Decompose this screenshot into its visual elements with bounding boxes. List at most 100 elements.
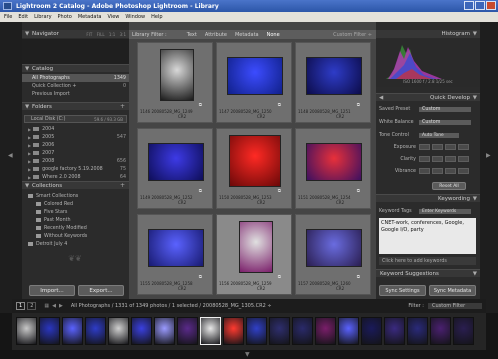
forward-arrow-icon[interactable]: ▶ bbox=[59, 303, 63, 309]
photo-thumbnail[interactable] bbox=[227, 57, 283, 95]
photo-thumbnail[interactable] bbox=[306, 57, 362, 95]
step-down-large-button[interactable] bbox=[419, 156, 430, 162]
filmstrip-thumbnail[interactable] bbox=[16, 317, 37, 345]
photo-thumbnail[interactable] bbox=[229, 135, 281, 187]
photo-thumbnail[interactable] bbox=[306, 143, 362, 181]
photo-cell[interactable]: 1157 20080528_MG_1260 CR2 ⧉ bbox=[295, 214, 371, 295]
collection-item[interactable]: Past Month bbox=[22, 216, 129, 224]
step-up-large-button[interactable] bbox=[458, 144, 469, 150]
catalog-item-quick-collection[interactable]: Quick Collection +0 bbox=[22, 82, 129, 90]
metadata-badge-icon[interactable]: ⧉ bbox=[357, 274, 360, 280]
disclosure-triangle-icon[interactable]: ▶ bbox=[28, 143, 31, 148]
collection-item[interactable]: Colored Red bbox=[22, 200, 129, 208]
filmstrip-thumbnail[interactable] bbox=[338, 317, 359, 345]
menu-help[interactable]: Help bbox=[151, 14, 162, 20]
step-up-button[interactable] bbox=[445, 156, 456, 162]
metadata-badge-icon[interactable]: ⧉ bbox=[199, 274, 202, 280]
photo-cell[interactable]: 1151 20080528_MG_1254 CR2 ⧉ bbox=[295, 128, 371, 209]
photo-cell[interactable]: 1150 20080528_MG_1253 CR2 ⧉ bbox=[216, 128, 292, 209]
folder-item[interactable]: ▶ Where 2.0 2008 64 bbox=[22, 173, 129, 181]
white-balance-dropdown[interactable]: Custom bbox=[419, 119, 471, 125]
step-down-button[interactable] bbox=[432, 156, 443, 162]
menu-window[interactable]: Window bbox=[125, 14, 145, 20]
filmstrip-thumbnail[interactable] bbox=[108, 317, 129, 345]
filmstrip-thumbnail[interactable] bbox=[62, 317, 83, 345]
step-down-large-button[interactable] bbox=[419, 168, 430, 174]
collection-item[interactable]: Smart Collections bbox=[22, 192, 129, 200]
folders-header[interactable]: ▼ Folders + bbox=[22, 102, 129, 110]
histogram-header[interactable]: Histogram ▼ bbox=[376, 30, 480, 38]
keywords-textarea[interactable]: CNET-work, conferences, Google, Google I… bbox=[379, 218, 476, 254]
reset-all-button[interactable]: Reset All bbox=[432, 182, 466, 190]
menu-library[interactable]: Library bbox=[34, 14, 51, 20]
collection-item[interactable]: Without Keywords bbox=[22, 232, 129, 240]
menu-metadata[interactable]: Metadata bbox=[78, 14, 102, 20]
collapse-bottom-arrow-icon[interactable]: ▼ bbox=[245, 351, 250, 358]
custom-filter-dropdown[interactable]: Custom Filter ÷ bbox=[333, 32, 372, 38]
disclosure-triangle-icon[interactable]: ▶ bbox=[28, 135, 31, 140]
photo-cell[interactable]: 1156 20080528_MG_1259 CR2 ⧉ bbox=[216, 214, 292, 295]
filmstrip-thumbnail[interactable] bbox=[384, 317, 405, 345]
filmstrip-thumbnail[interactable] bbox=[200, 317, 221, 345]
disclosure-triangle-icon[interactable]: ▶ bbox=[28, 167, 31, 172]
navigator-preview[interactable] bbox=[22, 39, 129, 64]
saved-preset-dropdown[interactable]: Custom bbox=[419, 106, 471, 112]
metadata-badge-icon[interactable]: ⧉ bbox=[199, 188, 202, 194]
menu-file[interactable]: File bbox=[4, 14, 12, 20]
collection-item[interactable]: Recently Modified bbox=[22, 224, 129, 232]
filmstrip-thumbnail[interactable] bbox=[407, 317, 428, 345]
folder-item[interactable]: ▶ google factory 5.19.2008 75 bbox=[22, 165, 129, 173]
collapse-right-arrow-icon[interactable]: ▶ bbox=[486, 152, 491, 159]
collections-header[interactable]: ▼ Collections + bbox=[22, 181, 129, 189]
filter-tab-metadata[interactable]: Metadata bbox=[235, 32, 259, 38]
disclosure-triangle-icon[interactable]: ▶ bbox=[28, 151, 31, 156]
photo-thumbnail[interactable] bbox=[306, 229, 362, 267]
maximize-button[interactable] bbox=[475, 1, 485, 10]
quick-develop-header[interactable]: ◀ Quick Develop ▼ bbox=[376, 93, 480, 101]
folder-item[interactable]: ▶ 2008 656 bbox=[22, 157, 129, 165]
filmstrip-thumbnail[interactable] bbox=[269, 317, 290, 345]
sync-metadata-button[interactable]: Sync Metadata bbox=[429, 285, 476, 296]
filmstrip-thumbnail[interactable] bbox=[430, 317, 451, 345]
navigator-header[interactable]: ▼ Navigator FIT FILL 1:1 3:1 bbox=[22, 30, 129, 38]
filmstrip-thumbnail[interactable] bbox=[292, 317, 313, 345]
filmstrip-thumbnail[interactable] bbox=[85, 317, 106, 345]
add-keywords-field[interactable]: Click here to add keywords bbox=[379, 257, 476, 265]
metadata-badge-icon[interactable]: ⧉ bbox=[357, 102, 360, 108]
filmstrip-thumbnail[interactable] bbox=[453, 317, 474, 345]
filter-tab-none[interactable]: None bbox=[267, 32, 280, 38]
zoom-options[interactable]: FIT FILL 1:1 3:1 bbox=[86, 32, 126, 37]
import-button[interactable]: Import... bbox=[29, 285, 75, 296]
metadata-badge-icon[interactable]: ⧉ bbox=[278, 274, 281, 280]
filter-tab-text[interactable]: Text bbox=[187, 32, 197, 38]
page-1-button[interactable]: 1 bbox=[16, 302, 26, 310]
photo-thumbnail[interactable] bbox=[148, 143, 204, 181]
catalog-item-previous-import[interactable]: Previous Import bbox=[22, 90, 129, 98]
minimize-button[interactable] bbox=[464, 1, 474, 10]
sync-settings-button[interactable]: Sync Settings bbox=[379, 285, 426, 296]
catalog-header[interactable]: ▼ Catalog bbox=[22, 64, 129, 72]
menu-view[interactable]: View bbox=[108, 14, 120, 20]
histogram[interactable]: ISO 1600 f / 2.8 1/25 sec bbox=[376, 39, 480, 87]
photo-thumbnail[interactable] bbox=[148, 229, 204, 267]
auto-tone-button[interactable]: Auto Tone bbox=[419, 132, 459, 138]
filmstrip-source[interactable]: All Photographs / 1331 of 1349 photos / … bbox=[71, 303, 272, 309]
filmstrip-thumbnail[interactable] bbox=[131, 317, 152, 345]
step-up-large-button[interactable] bbox=[458, 168, 469, 174]
step-down-button[interactable] bbox=[432, 144, 443, 150]
photo-thumbnail[interactable] bbox=[239, 221, 273, 273]
photo-cell[interactable]: 1148 20080528_MG_1251 CR2 ⧉ bbox=[295, 42, 371, 123]
disclosure-triangle-icon[interactable]: ▶ bbox=[28, 175, 31, 180]
export-button[interactable]: Export... bbox=[78, 285, 124, 296]
folder-item[interactable]: ▶ 2006 bbox=[22, 141, 129, 149]
filmstrip-thumbnail[interactable] bbox=[154, 317, 175, 345]
add-collection-icon[interactable]: + bbox=[120, 182, 125, 189]
add-folder-icon[interactable]: + bbox=[120, 103, 125, 110]
filmstrip-thumbnail[interactable] bbox=[315, 317, 336, 345]
catalog-item-all-photographs[interactable]: All Photographs 1349 bbox=[22, 74, 129, 82]
photo-cell[interactable]: 1149 20080528_MG_1252 CR2 ⧉ bbox=[137, 128, 213, 209]
filter-dropdown[interactable]: Custom Filter bbox=[428, 303, 482, 309]
photo-cell[interactable]: 1155 20080528_MG_1258 CR2 ⧉ bbox=[137, 214, 213, 295]
photo-cell[interactable]: 1147 20080528_MG_1250 CR2 ⧉ bbox=[216, 42, 292, 123]
collection-item[interactable]: Detroit July 4 bbox=[22, 240, 129, 248]
